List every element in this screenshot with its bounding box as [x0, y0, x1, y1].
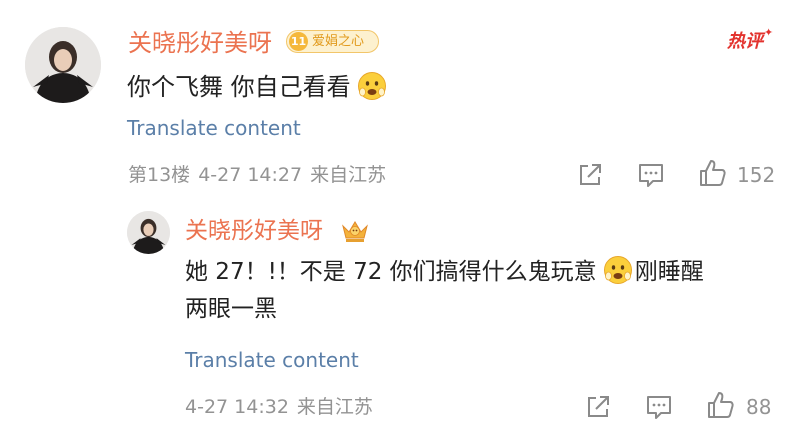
- comment-location: 来自江苏: [310, 164, 387, 186]
- reply-text-line2: 两眼一黑: [185, 296, 277, 322]
- commenter-username[interactable]: 关晓彤好美呀: [128, 29, 272, 57]
- hot-comment-tag: 热评 ✦: [727, 26, 773, 55]
- comment-meta: 第13楼 4-27 14:27 来自江苏: [128, 163, 394, 187]
- comment-icon: [639, 164, 663, 187]
- share-icon: [588, 396, 609, 417]
- reply-translate-link[interactable]: Translate content: [185, 347, 359, 373]
- reply-text: 她 27！!！不是 72 你们搞得什么鬼玩意 刚睡醒 两眼一黑: [185, 254, 704, 328]
- comment-text-body: 你个飞舞 你自己看看: [127, 73, 351, 101]
- like-icon: [700, 160, 726, 186]
- translate-link[interactable]: Translate content: [127, 115, 301, 141]
- reply-text-part1: 她 27！!！不是 72 你们搞得什么鬼玩意: [185, 259, 597, 285]
- comment-text: 你个飞舞 你自己看看: [127, 69, 389, 105]
- crown-icon: [340, 218, 370, 244]
- reply-meta: 4-27 14:32 来自江苏: [185, 395, 381, 419]
- reply-text-line1: 她 27！!！不是 72 你们搞得什么鬼玩意 刚睡醒: [185, 254, 704, 291]
- reply-text-part2: 刚睡醒: [634, 259, 704, 285]
- share-button[interactable]: [575, 160, 605, 190]
- reply-like-button[interactable]: [705, 390, 735, 420]
- comment-icon: [647, 396, 671, 419]
- reply-like-count: 88: [746, 395, 772, 419]
- emoji-icon: [357, 71, 387, 101]
- reply-avatar[interactable]: [127, 211, 170, 254]
- reply-location: 来自江苏: [296, 396, 373, 418]
- floor-number: 第13楼: [128, 164, 191, 186]
- share-icon: [580, 164, 601, 185]
- like-icon: [708, 392, 734, 418]
- reply-username[interactable]: 关晓彤好美呀: [185, 217, 323, 245]
- emoji-icon: [603, 255, 633, 285]
- comment-button[interactable]: [636, 160, 666, 190]
- fan-badge[interactable]: 11 爱娟之心: [286, 30, 379, 53]
- like-count: 152: [737, 163, 776, 187]
- like-button[interactable]: [697, 158, 727, 188]
- reply-time: 4-27 14:32: [185, 396, 289, 418]
- fan-badge-label: 爱娟之心: [312, 34, 365, 49]
- comment-time: 4-27 14:27: [198, 164, 303, 186]
- reply-comment-button[interactable]: [644, 392, 674, 422]
- hot-comment-label: 热评: [727, 31, 763, 52]
- commenter-avatar[interactable]: [25, 27, 101, 103]
- spark-icon: ✦: [764, 26, 774, 39]
- reply-share-button[interactable]: [583, 392, 613, 422]
- fan-level-icon: 11: [289, 32, 308, 51]
